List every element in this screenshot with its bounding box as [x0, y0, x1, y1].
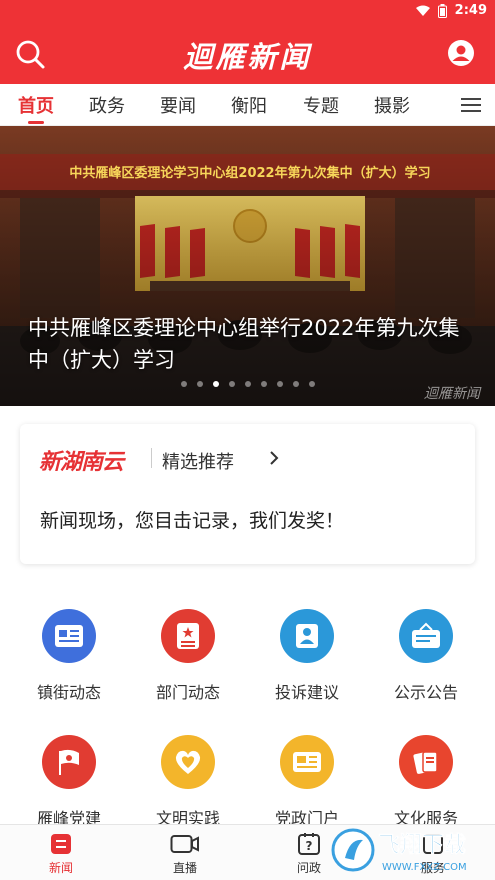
svg-text:?: ?: [306, 839, 313, 853]
banner-dot[interactable]: [212, 381, 219, 387]
question-icon: ?: [294, 831, 324, 857]
grid-civilization-practice[interactable]: 文明实践: [133, 735, 243, 829]
grid-label: 投诉建议: [274, 683, 339, 702]
featured-recommend-link[interactable]: 精选推荐: [162, 448, 234, 474]
tab-fade: [417, 84, 457, 124]
grid-complaints[interactable]: 投诉建议: [252, 609, 362, 703]
status-time: 2:49: [454, 3, 487, 18]
tab-photography[interactable]: 摄影: [374, 92, 410, 118]
banner-dot[interactable]: [228, 381, 235, 387]
banner-dot[interactable]: [260, 381, 267, 387]
channel-tabs: 首页 政务 要闻 衡阳 专题 摄影: [0, 84, 495, 126]
grid-label: 部门动态: [155, 683, 220, 702]
app-header: 迴雁新闻: [0, 22, 495, 84]
service-person-icon: [280, 609, 334, 663]
tab-active-indicator: [28, 121, 44, 124]
video-camera-icon: [170, 831, 200, 857]
banner-dot[interactable]: [180, 381, 187, 387]
grid-government-portal[interactable]: 党政门户: [252, 735, 362, 829]
tab-home[interactable]: 首页: [18, 92, 54, 118]
grid-culture-service[interactable]: 文化服务: [371, 735, 481, 829]
fxxz-watermark: 飞翔下载 WWW.FXXZ.COM: [331, 828, 467, 873]
nav-live[interactable]: 直播: [150, 831, 220, 876]
promo-card[interactable]: 新湖南云 精选推荐 新闻现场，您目击记录，我们发奖！: [20, 424, 475, 564]
notice-board-icon: [399, 609, 453, 663]
user-icon[interactable]: [447, 39, 475, 67]
wifi-icon: [415, 5, 430, 16]
grid-town-news[interactable]: 镇街动态: [14, 609, 124, 703]
banner-caption: 中共雁峰区委理论中心组举行2022年第九次集中（扩大）学习: [28, 316, 460, 372]
nav-label: 直播: [172, 861, 197, 875]
watermark-text: 飞翔下载: [378, 832, 466, 858]
news-card-icon: [42, 609, 96, 663]
banner-hall-text: 中共雁峰区委理论学习中心组2022年第九次集中（扩大）学习: [69, 165, 430, 181]
banner-dot[interactable]: [196, 381, 203, 387]
nav-label: 问政: [296, 861, 321, 875]
grid-label: 镇街动态: [36, 683, 101, 702]
chevron-right-icon: [270, 451, 279, 465]
promo-text: 新闻现场，您目击记录，我们发奖！: [40, 510, 345, 532]
banner-dot[interactable]: [308, 381, 315, 387]
tab-government[interactable]: 政务: [89, 92, 125, 118]
grid-party-building[interactable]: 雁峰党建: [14, 735, 124, 829]
xinhunanyun-logo: 新湖南云: [39, 450, 124, 475]
newspaper-icon: [280, 735, 334, 789]
banner-dot[interactable]: [244, 381, 251, 387]
nav-label: 新闻: [48, 861, 73, 875]
document-star-icon: [161, 609, 215, 663]
banner-dot[interactable]: [292, 381, 299, 387]
grid-department-news[interactable]: 部门动态: [133, 609, 243, 703]
nav-news[interactable]: 新闻: [26, 831, 96, 876]
banner-pagination: [0, 381, 495, 387]
banner-watermark: 迴雁新闻: [424, 386, 482, 402]
watermark-url: WWW.FXXZ.COM: [382, 862, 467, 873]
battery-icon: [437, 3, 447, 18]
app-title: 迴雁新闻: [183, 40, 312, 74]
promo-divider: [151, 448, 152, 468]
tab-headlines[interactable]: 要闻: [160, 92, 196, 118]
headline-banner[interactable]: 中共雁峰区委理论学习中心组2022年第九次集中（扩大）学习 迴雁新闻 中共雁峰区…: [0, 126, 495, 406]
banner-dot[interactable]: [276, 381, 283, 387]
party-flag-icon: [42, 735, 96, 789]
tab-hengyang[interactable]: 衡阳: [231, 92, 267, 118]
tab-special[interactable]: 专题: [303, 92, 339, 118]
news-icon: [46, 831, 76, 857]
grid-public-notice[interactable]: 公示公告: [371, 609, 481, 703]
status-icons: 2:49: [415, 3, 487, 18]
status-bar: 2:49: [0, 0, 495, 22]
menu-icon[interactable]: [461, 97, 481, 113]
heart-icon: [161, 735, 215, 789]
books-icon: [399, 735, 453, 789]
grid-label: 公示公告: [393, 683, 458, 702]
